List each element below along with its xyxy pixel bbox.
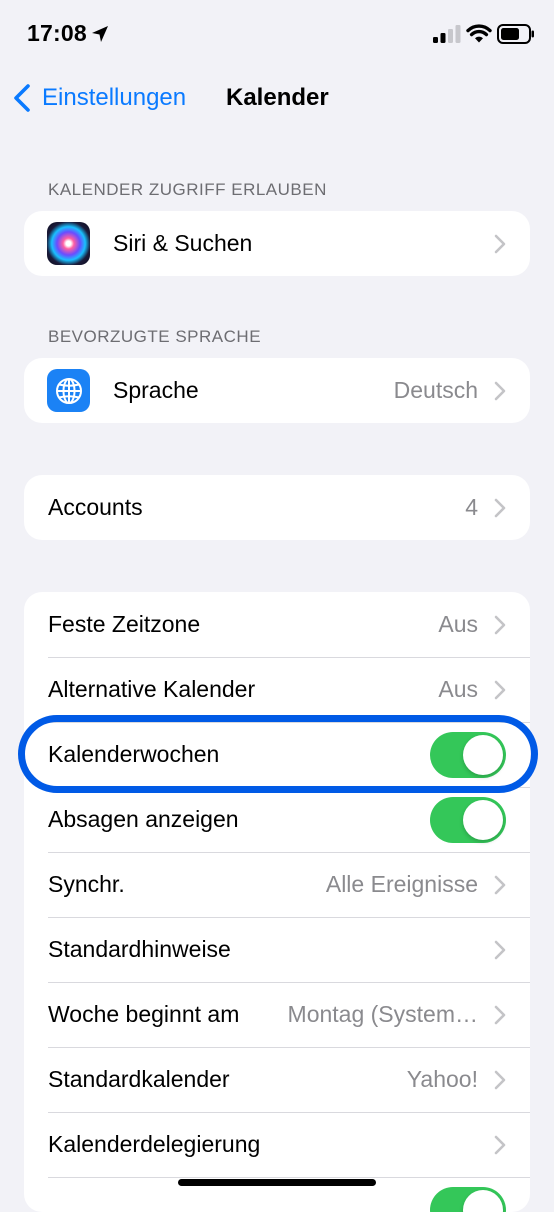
- delegation-label: Kalenderdelegierung: [48, 1131, 260, 1158]
- time-zone-value: Aus: [438, 611, 478, 638]
- default-calendar-value: Yahoo!: [407, 1066, 478, 1093]
- status-bar: 17:08: [0, 0, 554, 70]
- time-zone-label: Feste Zeitzone: [48, 611, 200, 638]
- siri-search-row[interactable]: Siri & Suchen: [24, 211, 530, 276]
- alternative-calendars-label: Alternative Kalender: [48, 676, 255, 703]
- chevron-right-icon: [494, 1070, 506, 1090]
- language-row[interactable]: Sprache Deutsch: [24, 358, 530, 423]
- default-alerts-row[interactable]: Standardhinweise: [24, 917, 530, 982]
- chevron-right-icon: [494, 498, 506, 518]
- navigation-bar: Einstellungen Kalender: [0, 70, 554, 126]
- sync-value: Alle Ereignisse: [326, 871, 478, 898]
- show-declined-row: Absagen anzeigen: [24, 787, 530, 852]
- language-label: Sprache: [113, 377, 199, 404]
- section-header-access: KALENDER ZUGRIFF ERLAUBEN: [48, 180, 327, 200]
- calendar-settings-group: Feste Zeitzone Aus Alternative Kalender …: [24, 592, 530, 1212]
- default-calendar-label: Standardkalender: [48, 1066, 230, 1093]
- chevron-right-icon: [494, 1135, 506, 1155]
- accounts-group: Accounts 4: [24, 475, 530, 540]
- chevron-left-icon: [12, 83, 32, 113]
- page-title: Kalender: [226, 84, 329, 112]
- chevron-right-icon: [494, 234, 506, 254]
- home-indicator: [178, 1179, 376, 1186]
- alternative-calendars-row[interactable]: Alternative Kalender Aus: [24, 657, 530, 722]
- week-start-row[interactable]: Woche beginnt am Montag (System…: [24, 982, 530, 1047]
- chevron-right-icon: [494, 615, 506, 635]
- cellular-signal-icon: [433, 25, 461, 43]
- sync-row[interactable]: Synchr. Alle Ereignisse: [24, 852, 530, 917]
- week-numbers-toggle[interactable]: [430, 732, 506, 778]
- chevron-right-icon: [494, 875, 506, 895]
- delegation-row[interactable]: Kalenderdelegierung: [24, 1112, 530, 1177]
- default-calendar-row[interactable]: Standardkalender Yahoo!: [24, 1047, 530, 1112]
- time-zone-row[interactable]: Feste Zeitzone Aus: [24, 592, 530, 657]
- siri-search-label: Siri & Suchen: [113, 230, 252, 257]
- chevron-right-icon: [494, 680, 506, 700]
- back-button[interactable]: Einstellungen: [12, 83, 186, 113]
- show-declined-label: Absagen anzeigen: [48, 806, 239, 833]
- language-group: Sprache Deutsch: [24, 358, 530, 423]
- sync-label: Synchr.: [48, 871, 125, 898]
- alternative-calendars-value: Aus: [438, 676, 478, 703]
- siri-icon: [47, 222, 90, 265]
- week-start-label: Woche beginnt am: [48, 1001, 239, 1028]
- accounts-count: 4: [465, 494, 478, 521]
- toggle-knob: [463, 735, 503, 775]
- location-arrow-icon: [90, 24, 110, 44]
- section-header-language: BEVORZUGTE SPRACHE: [48, 327, 261, 347]
- toggle-knob: [463, 1190, 503, 1212]
- language-value: Deutsch: [394, 377, 478, 404]
- chevron-right-icon: [494, 940, 506, 960]
- week-numbers-row: Kalenderwochen: [24, 722, 530, 787]
- wifi-icon: [466, 22, 492, 44]
- globe-icon: [47, 369, 90, 412]
- chevron-right-icon: [494, 381, 506, 401]
- week-start-value: Montag (System…: [288, 1001, 478, 1028]
- status-time: 17:08: [27, 20, 87, 47]
- battery-icon: [497, 23, 535, 45]
- week-numbers-label: Kalenderwochen: [48, 741, 219, 768]
- show-declined-toggle[interactable]: [430, 797, 506, 843]
- toggle-knob: [463, 800, 503, 840]
- accounts-label: Accounts: [48, 494, 143, 521]
- partial-toggle[interactable]: [430, 1187, 506, 1212]
- access-group: Siri & Suchen: [24, 211, 530, 276]
- back-label: Einstellungen: [42, 84, 186, 112]
- accounts-row[interactable]: Accounts 4: [24, 475, 530, 540]
- chevron-right-icon: [494, 1005, 506, 1025]
- default-alerts-label: Standardhinweise: [48, 936, 231, 963]
